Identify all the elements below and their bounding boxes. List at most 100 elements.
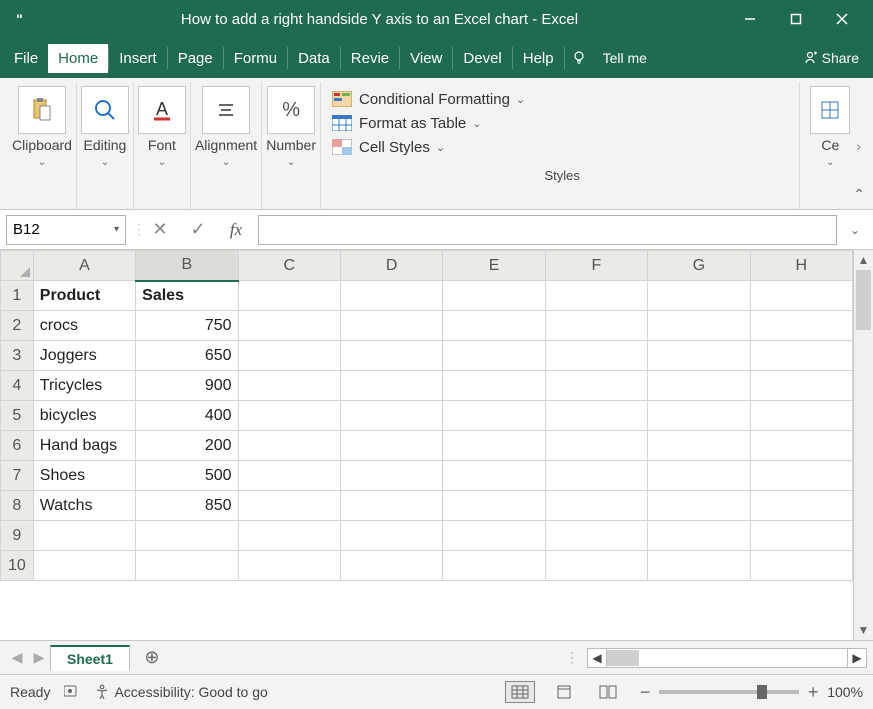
cell[interactable] [443, 521, 545, 551]
normal-view-button[interactable] [505, 681, 535, 703]
tab-nav-prev[interactable]: ◀ [6, 649, 28, 666]
expand-formula-bar[interactable]: ⌄ [843, 223, 867, 237]
tab-insert[interactable]: Insert [109, 44, 167, 73]
cell[interactable] [238, 521, 340, 551]
cell[interactable] [340, 401, 442, 431]
cell[interactable] [443, 491, 545, 521]
cell[interactable] [340, 431, 442, 461]
scroll-up-button[interactable]: ▲ [854, 250, 873, 270]
tab-formulas[interactable]: Formu [224, 44, 287, 73]
cell[interactable] [750, 401, 853, 431]
cell[interactable] [340, 521, 442, 551]
cell-B5[interactable]: 400 [136, 401, 238, 431]
cell[interactable] [238, 311, 340, 341]
cell[interactable] [340, 551, 442, 581]
collapse-ribbon-button[interactable]: ⌃ [853, 186, 865, 203]
row-header-8[interactable]: 8 [1, 491, 34, 521]
cell[interactable] [238, 281, 340, 311]
cell[interactable] [750, 371, 853, 401]
cell-A8[interactable]: Watchs [33, 491, 135, 521]
cell[interactable] [750, 491, 853, 521]
cell[interactable] [648, 491, 750, 521]
cell[interactable] [238, 551, 340, 581]
zoom-out-button[interactable]: − [637, 682, 653, 703]
cell[interactable] [750, 521, 853, 551]
editing-dropdown[interactable]: ⌄ [101, 157, 109, 168]
col-header-A[interactable]: A [33, 251, 135, 281]
cell[interactable] [648, 281, 750, 311]
cell[interactable] [545, 371, 647, 401]
alignment-button[interactable] [202, 86, 250, 134]
cell-B2[interactable]: 750 [136, 311, 238, 341]
cell[interactable] [750, 281, 853, 311]
cell-A3[interactable]: Joggers [33, 341, 135, 371]
cell[interactable] [443, 551, 545, 581]
row-header-10[interactable]: 10 [1, 551, 34, 581]
quick-access-icon[interactable]: " [8, 11, 32, 27]
cell-A4[interactable]: Tricycles [33, 371, 135, 401]
tab-nav-next[interactable]: ▶ [28, 649, 50, 666]
page-layout-view-button[interactable] [549, 681, 579, 703]
col-header-D[interactable]: D [340, 251, 442, 281]
alignment-dropdown[interactable]: ⌄ [222, 157, 230, 168]
accessibility-status[interactable]: Accessibility: Good to go [94, 684, 267, 700]
tab-view[interactable]: View [400, 44, 452, 73]
row-header-6[interactable]: 6 [1, 431, 34, 461]
tell-me[interactable]: Tell me [593, 44, 657, 72]
tab-home[interactable]: Home [48, 44, 108, 73]
fx-button[interactable]: fx [220, 215, 252, 245]
zoom-thumb[interactable] [757, 685, 767, 699]
row-header-5[interactable]: 5 [1, 401, 34, 431]
cell[interactable] [238, 461, 340, 491]
spreadsheet-grid[interactable]: A B C D E F G H 1 Product Sales 2 crocs … [0, 250, 853, 640]
cell-A5[interactable]: bicycles [33, 401, 135, 431]
hscroll-thumb[interactable] [607, 650, 639, 666]
enter-formula-button[interactable]: ✓ [182, 215, 214, 245]
cell-A6[interactable]: Hand bags [33, 431, 135, 461]
name-box[interactable]: B12 ▾ [6, 215, 126, 245]
cell[interactable] [443, 431, 545, 461]
scroll-thumb[interactable] [856, 270, 871, 330]
cell-B3[interactable]: 650 [136, 341, 238, 371]
tab-data[interactable]: Data [288, 44, 340, 73]
font-button[interactable]: A [138, 86, 186, 134]
cells-dropdown[interactable]: ⌄ [826, 157, 834, 168]
cell-A7[interactable]: Shoes [33, 461, 135, 491]
cell[interactable] [545, 431, 647, 461]
row-header-9[interactable]: 9 [1, 521, 34, 551]
cell[interactable] [750, 431, 853, 461]
cell[interactable] [136, 551, 238, 581]
cell[interactable] [648, 341, 750, 371]
cell[interactable] [648, 401, 750, 431]
cell-B6[interactable]: 200 [136, 431, 238, 461]
cell-B8[interactable]: 850 [136, 491, 238, 521]
sheet-tab-active[interactable]: Sheet1 [50, 645, 130, 671]
cell[interactable] [340, 371, 442, 401]
cell[interactable] [648, 311, 750, 341]
cell-A1[interactable]: Product [33, 281, 135, 311]
paste-button[interactable] [18, 86, 66, 134]
conditional-formatting-button[interactable]: Conditional Formatting ⌄ [331, 90, 793, 108]
cell[interactable] [750, 341, 853, 371]
cell[interactable] [33, 551, 135, 581]
horizontal-scrollbar[interactable]: ◀ ▶ [587, 648, 867, 668]
cell[interactable] [443, 281, 545, 311]
maximize-button[interactable] [773, 0, 819, 38]
cell[interactable] [648, 521, 750, 551]
font-dropdown[interactable]: ⌄ [158, 157, 166, 168]
cell-styles-button[interactable]: Cell Styles ⌄ [331, 138, 793, 156]
cell-B7[interactable]: 500 [136, 461, 238, 491]
new-sheet-button[interactable]: ⊕ [138, 646, 166, 670]
col-header-C[interactable]: C [238, 251, 340, 281]
editing-button[interactable] [81, 86, 129, 134]
cell[interactable] [545, 491, 647, 521]
tab-page-layout[interactable]: Page [168, 44, 223, 73]
col-header-E[interactable]: E [443, 251, 545, 281]
col-header-H[interactable]: H [750, 251, 853, 281]
cell[interactable] [648, 371, 750, 401]
zoom-percentage[interactable]: 100% [827, 684, 863, 700]
row-header-4[interactable]: 4 [1, 371, 34, 401]
name-box-dropdown-icon[interactable]: ▾ [114, 224, 119, 235]
macro-record-icon[interactable] [64, 684, 80, 701]
cell[interactable] [443, 311, 545, 341]
